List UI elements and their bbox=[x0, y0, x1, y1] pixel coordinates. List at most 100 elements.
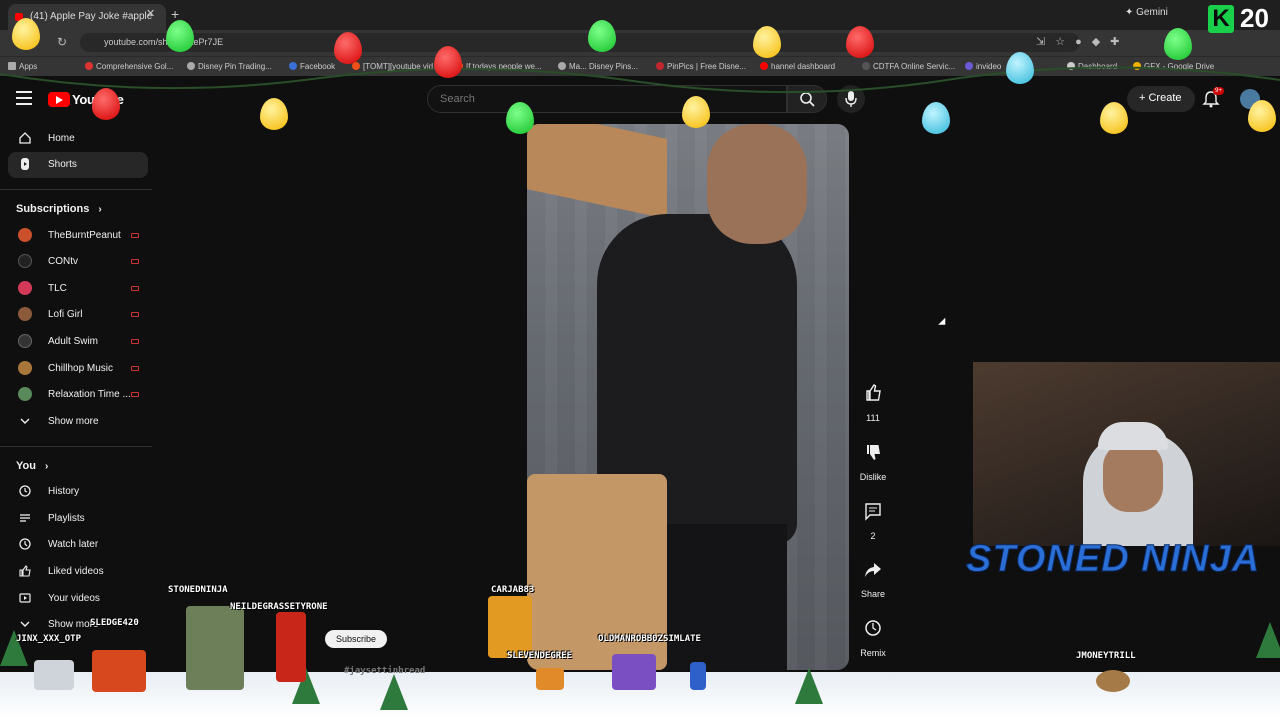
viewer-name: JINX_XXX_OTP bbox=[16, 634, 82, 644]
chevron-right-icon: › bbox=[98, 204, 102, 215]
reload-icon[interactable]: ↻ bbox=[57, 35, 67, 49]
tab-title: (41) Apple Pay Joke #apple bbox=[30, 11, 153, 22]
viewer-avatar-sprite bbox=[612, 654, 656, 690]
sidebar-item-liked-videos[interactable]: Liked videos bbox=[8, 559, 148, 585]
sidebar-item-history[interactable]: History bbox=[8, 479, 148, 505]
viewer-name: OLDMANROBB0ZSIMLATE bbox=[598, 634, 701, 644]
channel-avatar bbox=[18, 361, 32, 375]
subscription-item[interactable]: CONtv bbox=[8, 249, 148, 275]
viewer-name: CARJAB83 bbox=[491, 585, 535, 595]
christmas-light-icon bbox=[922, 102, 950, 134]
subscriptions-heading[interactable]: Subscriptions › bbox=[16, 203, 102, 215]
christmas-tree-icon bbox=[1256, 622, 1280, 658]
share-label: Share bbox=[860, 589, 886, 599]
christmas-light-icon bbox=[334, 32, 362, 64]
sidebar-divider bbox=[0, 189, 152, 190]
live-indicator-icon bbox=[131, 339, 139, 344]
viewer-name: SLEDGE420 bbox=[90, 618, 139, 628]
shorts-icon bbox=[21, 158, 29, 170]
viewer-name: STONEDNINJA bbox=[168, 585, 228, 595]
your-videos-icon bbox=[19, 593, 31, 603]
subscription-item[interactable]: Relaxation Time ... bbox=[8, 382, 148, 408]
viewer-avatar-sprite bbox=[488, 596, 532, 658]
chevron-down-icon bbox=[20, 621, 30, 627]
subscription-item[interactable]: Adult Swim bbox=[8, 329, 148, 355]
subscription-item[interactable]: Chillhop Music bbox=[8, 356, 148, 382]
gemini-button[interactable]: ✦ Gemini bbox=[1125, 7, 1168, 18]
viewer-name: SLEVENDEGREE bbox=[507, 651, 573, 661]
webcam-cap bbox=[1098, 422, 1168, 450]
comment-icon[interactable] bbox=[860, 498, 886, 524]
sidebar-item-home[interactable]: Home bbox=[8, 126, 148, 152]
viewer-avatar-sprite bbox=[1096, 670, 1130, 692]
christmas-light-icon bbox=[260, 98, 288, 130]
remix-label: Remix bbox=[860, 648, 886, 658]
address-bar[interactable]: youtube.com/sh...5dXtePr7JE bbox=[80, 33, 1080, 52]
tab-close-icon[interactable]: ✕ bbox=[146, 7, 155, 20]
christmas-light-icon bbox=[1100, 102, 1128, 134]
viewer-name: NEILDEGRASSETYRONE bbox=[230, 602, 328, 612]
live-indicator-icon bbox=[131, 312, 139, 317]
channel-avatar bbox=[18, 387, 32, 401]
christmas-light-icon bbox=[1164, 28, 1192, 60]
viewer-avatar-sprite bbox=[92, 650, 146, 692]
watch-later-icon bbox=[19, 538, 31, 550]
subscription-item[interactable]: Lofi Girl bbox=[8, 302, 148, 328]
extension-icons[interactable]: ⇲☆●◆✚ bbox=[1036, 35, 1129, 48]
christmas-light-icon bbox=[1006, 52, 1034, 84]
subscription-item[interactable]: TLC bbox=[8, 276, 148, 302]
webcam-title: STONED NINJA bbox=[965, 538, 1261, 581]
christmas-light-icon bbox=[588, 20, 616, 52]
history-icon bbox=[19, 485, 31, 497]
sidebar-item-label: Shorts bbox=[48, 159, 77, 170]
liked-videos-icon bbox=[19, 565, 31, 577]
sidebar-divider bbox=[0, 446, 152, 447]
christmas-light-icon bbox=[682, 96, 710, 128]
viewer-avatar-sprite bbox=[276, 612, 306, 682]
christmas-tree-icon bbox=[380, 674, 408, 710]
remix-icon[interactable] bbox=[860, 615, 886, 641]
show-more-subscriptions[interactable]: Show more bbox=[8, 409, 148, 435]
video-person-head bbox=[707, 124, 807, 244]
sidebar-item-shorts[interactable]: Shorts bbox=[8, 152, 148, 178]
channel-avatar bbox=[18, 254, 32, 268]
webcam-face bbox=[1103, 442, 1163, 512]
overlay-hashtag: #jaysettinbread bbox=[344, 666, 426, 676]
sidebar-item-playlists[interactable]: Playlists bbox=[8, 506, 148, 532]
viewer-counter: 20 bbox=[1240, 3, 1269, 33]
sidebar-item-your-videos[interactable]: Your videos bbox=[8, 586, 148, 612]
christmas-lights-wire bbox=[0, 66, 1280, 94]
channel-avatar bbox=[18, 307, 32, 321]
kick-logo: K bbox=[1208, 5, 1234, 33]
subscription-item[interactable]: TheBurntPeanut bbox=[8, 223, 148, 249]
christmas-light-icon bbox=[1248, 100, 1276, 132]
christmas-light-icon bbox=[92, 88, 120, 120]
chevron-down-icon bbox=[20, 418, 30, 424]
like-icon[interactable] bbox=[860, 380, 886, 406]
viewer-avatar-sprite bbox=[186, 606, 244, 690]
dislike-label: Dislike bbox=[859, 472, 887, 482]
sidebar-item-label: Home bbox=[48, 133, 75, 144]
address-url: youtube.com/sh...5dXtePr7JE bbox=[104, 37, 224, 47]
channel-avatar bbox=[18, 334, 32, 348]
live-indicator-icon bbox=[131, 233, 139, 238]
live-indicator-icon bbox=[131, 259, 139, 264]
mouse-cursor-icon bbox=[938, 317, 949, 329]
christmas-light-icon bbox=[506, 102, 534, 134]
christmas-light-icon bbox=[434, 46, 462, 78]
streamer-webcam bbox=[973, 362, 1280, 546]
subscribe-button[interactable]: Subscribe bbox=[325, 630, 387, 648]
live-indicator-icon bbox=[131, 366, 139, 371]
you-heading[interactable]: You › bbox=[16, 460, 48, 472]
browser-tab-strip bbox=[0, 0, 1280, 30]
share-icon[interactable] bbox=[860, 557, 886, 583]
viewer-avatar-sprite bbox=[690, 662, 706, 690]
live-indicator-icon bbox=[131, 286, 139, 291]
chevron-right-icon: › bbox=[45, 461, 49, 472]
channel-avatar bbox=[18, 228, 32, 242]
sidebar-item-watch-later[interactable]: Watch later bbox=[8, 532, 148, 558]
christmas-light-icon bbox=[166, 20, 194, 52]
live-indicator-icon bbox=[131, 392, 139, 397]
shorts-video-player[interactable] bbox=[527, 124, 849, 670]
dislike-icon[interactable] bbox=[860, 439, 886, 465]
